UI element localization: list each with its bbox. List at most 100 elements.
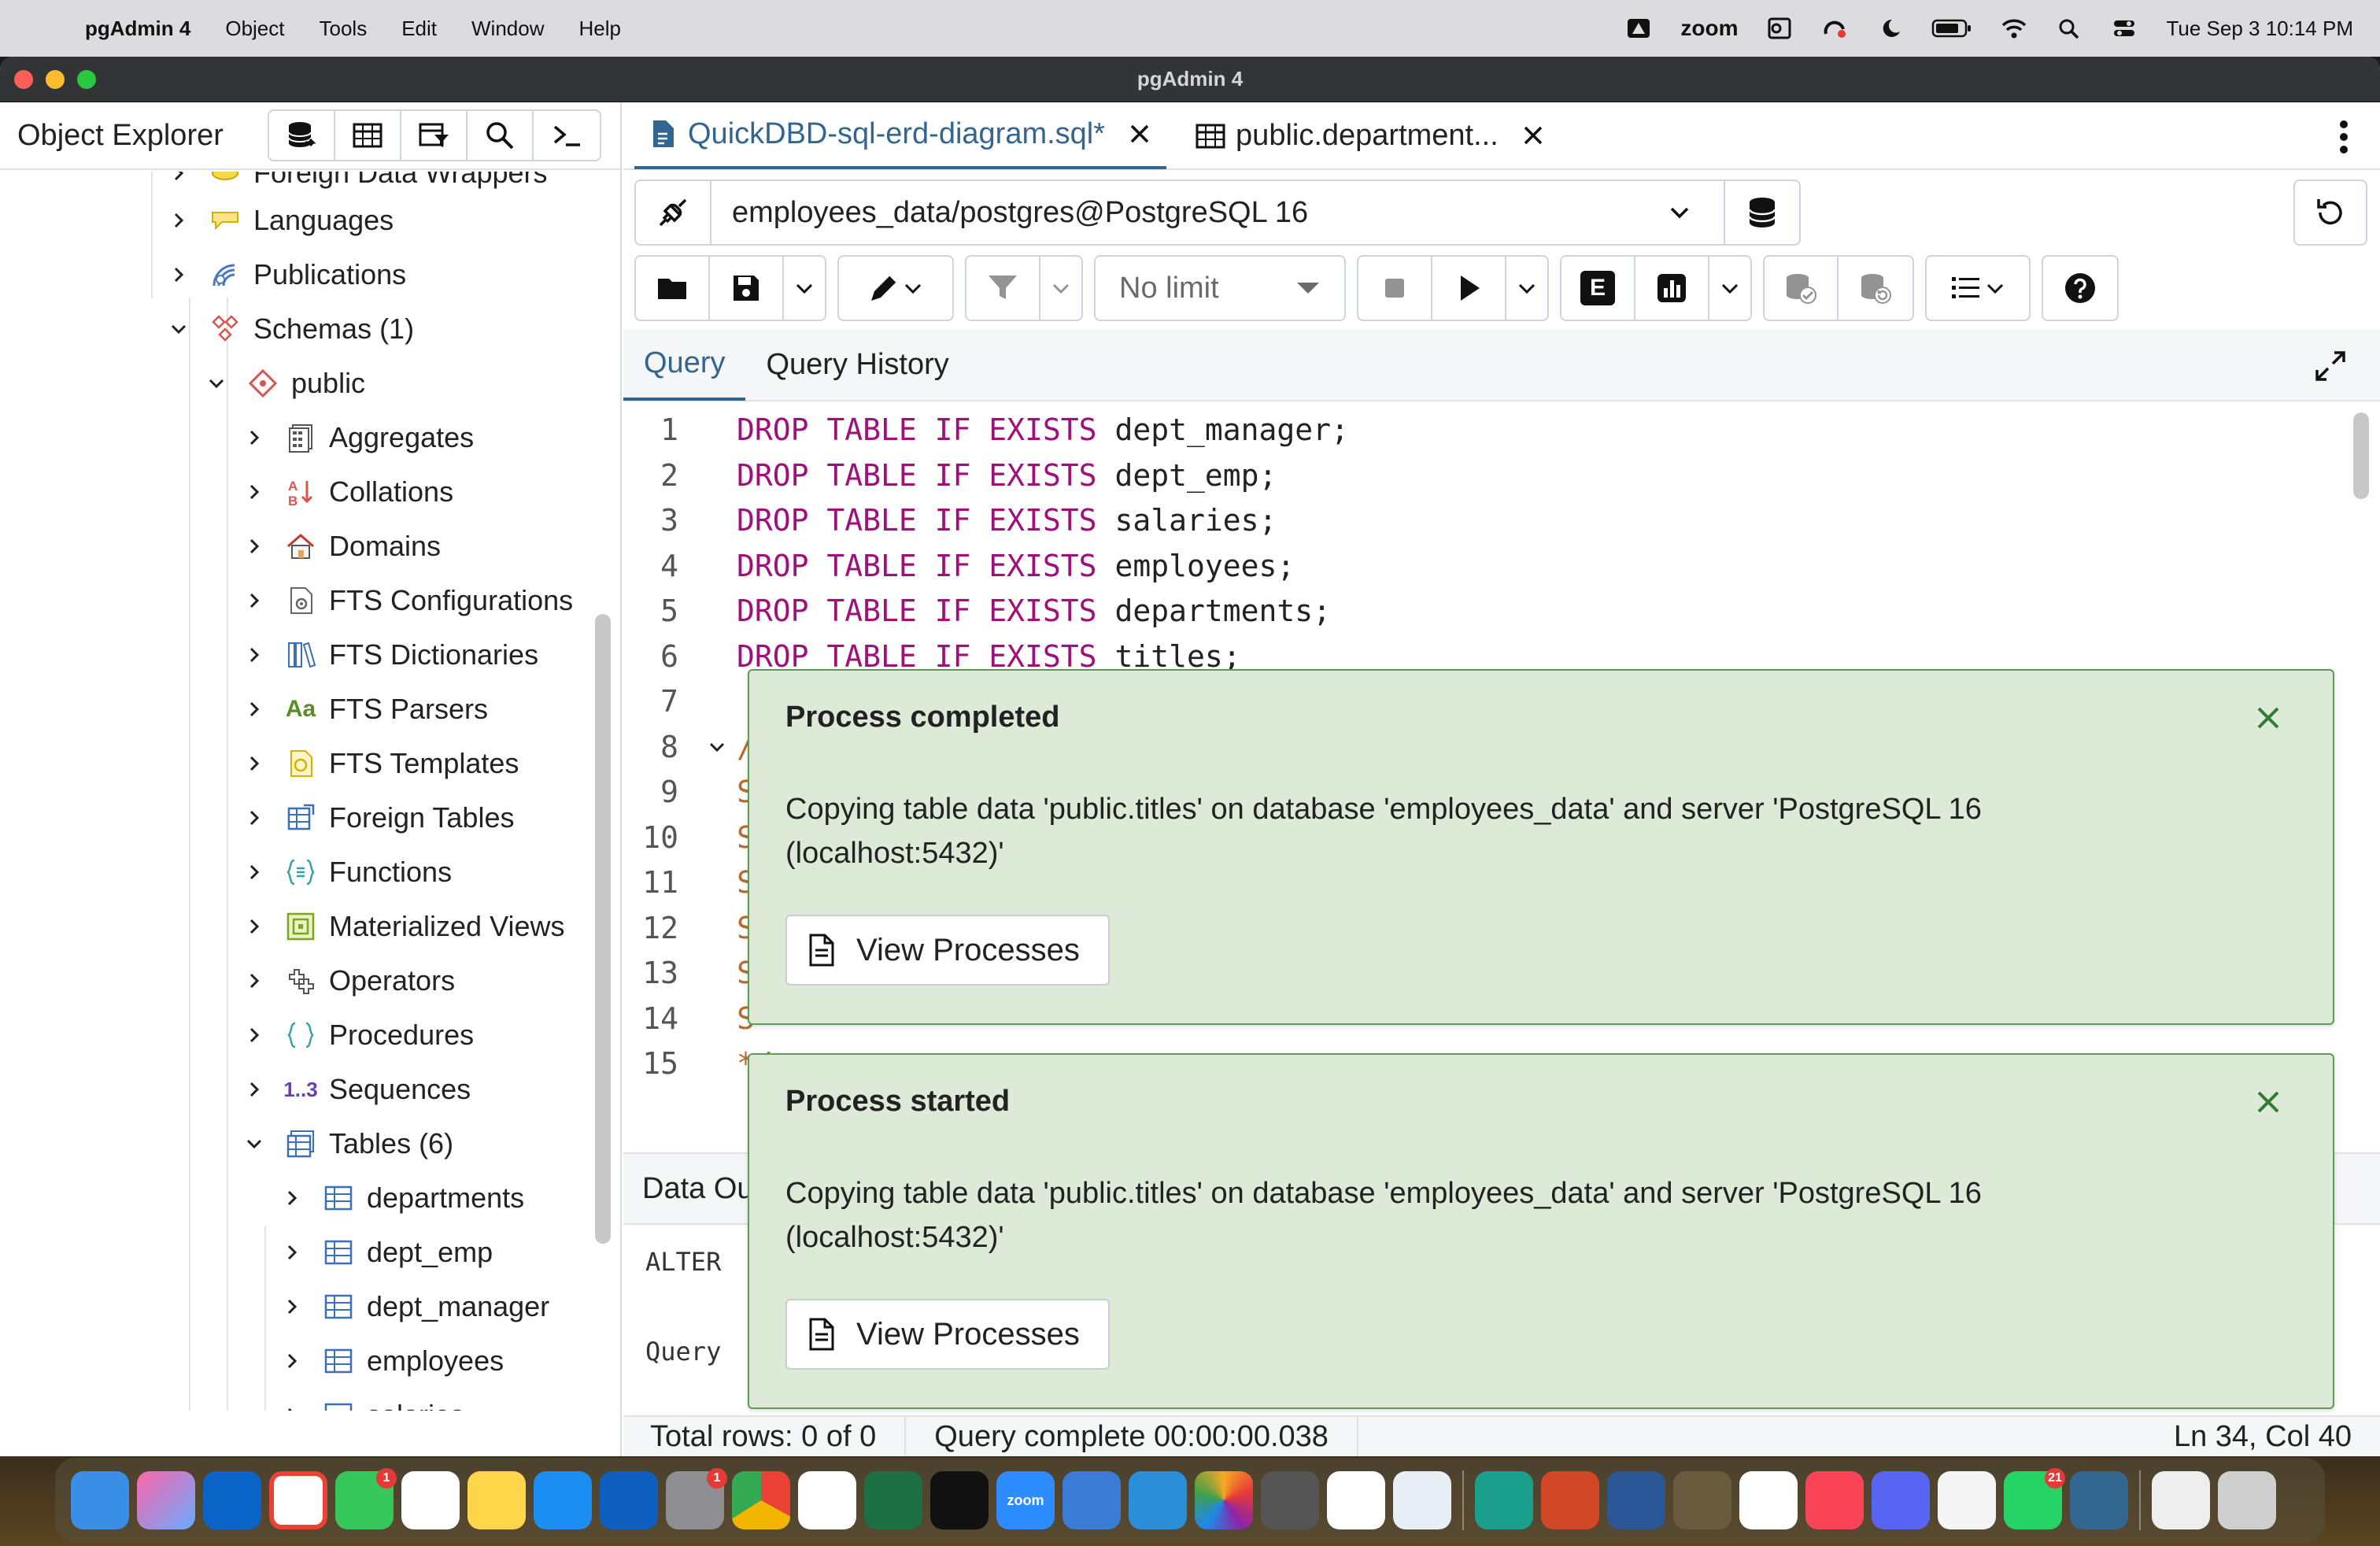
explain-analyze-button[interactable] [1635,257,1709,320]
tree-item-schemas[interactable]: Schemas (1) [167,305,414,353]
explain-options-dropdown[interactable] [1709,257,1750,320]
chevron-right-icon[interactable] [167,209,190,232]
tree-item-domains[interactable]: Domains [242,523,441,570]
tree-item-foreign-tables[interactable]: Foreign Tables [242,794,514,841]
notes-icon[interactable] [468,1471,526,1529]
close-icon[interactable] [2252,1086,2284,1118]
tree-item-table-salaries[interactable]: salaries [280,1392,464,1411]
execute-options-dropdown[interactable] [1506,257,1547,320]
tree-item-publications[interactable]: Publications [167,251,406,298]
chevron-right-icon[interactable] [280,1295,304,1319]
tree-item-fts-configurations[interactable]: FTS Configurations [242,577,573,624]
chrome-icon[interactable] [732,1471,790,1529]
tab-query[interactable]: Query [623,328,746,401]
rollback-button[interactable] [1839,257,1913,320]
battery-icon[interactable] [1931,17,1972,40]
more-options-icon[interactable] [2339,120,2349,154]
system-settings-icon[interactable]: 1 [666,1468,727,1529]
chevron-right-icon[interactable] [242,806,266,830]
search-objects-button[interactable] [468,111,534,160]
chevron-right-icon[interactable] [242,589,266,612]
view-data-button[interactable] [335,111,401,160]
editor-vertical-scrollbar[interactable] [2353,412,2369,499]
tab-query-history[interactable]: Query History [745,328,969,401]
tree-item-public[interactable]: public [205,360,365,407]
tree-item-operators[interactable]: Operators [242,957,455,1004]
wifi-icon[interactable] [2001,17,2027,40]
chevron-right-icon[interactable] [280,1349,304,1373]
documents-folder-icon[interactable] [2152,1471,2210,1529]
chevron-right-icon[interactable] [167,172,190,185]
chevron-right-icon[interactable] [242,969,266,993]
tableau-icon[interactable] [1393,1471,1451,1529]
commit-button[interactable] [1765,257,1839,320]
chevron-right-icon[interactable] [280,1241,304,1264]
chevron-right-icon[interactable] [242,752,266,775]
chevron-down-icon[interactable] [242,1132,266,1156]
view-processes-button[interactable]: View Processes [785,1299,1110,1370]
textedit-icon[interactable] [1938,1471,1996,1529]
chatgpt-icon[interactable] [1327,1471,1385,1529]
xcode-icon[interactable] [1062,1471,1121,1529]
tree-item-foreign-data-wrappers[interactable]: Foreign Data Wrappers [167,172,548,197]
psql-tool-button[interactable] [534,111,600,160]
tree-item-fts-parsers[interactable]: Aa FTS Parsers [242,686,488,733]
outlook-icon[interactable] [203,1471,261,1529]
onedrive-icon[interactable] [600,1471,658,1529]
query-tool-button[interactable] [269,111,335,160]
fold-chevron-icon[interactable] [707,737,727,757]
macros-button[interactable] [1927,257,2029,320]
close-icon[interactable] [2252,702,2284,734]
tree-item-procedures[interactable]: Procedures [242,1012,474,1059]
explain-button[interactable]: E [1561,257,1635,320]
view-processes-button[interactable]: View Processes [785,915,1110,986]
connection-selector[interactable]: employees_data/postgres@PostgreSQL 16 [634,179,1801,246]
reminders-icon[interactable] [401,1471,460,1529]
maximize-icon[interactable] [2312,348,2349,384]
finder-icon[interactable] [71,1471,129,1529]
discord-icon[interactable] [1872,1471,1930,1529]
chevron-right-icon[interactable] [242,915,266,938]
menu-object[interactable]: Object [225,17,284,41]
excel-icon[interactable] [864,1471,922,1529]
chevron-right-icon[interactable] [280,1404,304,1411]
chevron-down-icon[interactable] [205,372,228,395]
menu-window[interactable]: Window [471,17,544,41]
spotlight-search-icon[interactable] [2056,17,2082,40]
stop-query-button[interactable] [1358,257,1432,320]
pgadmin-dock-icon[interactable] [2070,1471,2128,1529]
filter-button[interactable] [966,257,1040,320]
chevron-right-icon[interactable] [167,263,190,287]
menu-app-name[interactable]: pgAdmin 4 [85,17,190,41]
chevron-right-icon[interactable] [242,643,266,667]
dark-mode-moon-icon[interactable] [1876,17,1903,40]
new-connection-button[interactable] [1724,181,1799,244]
tree-item-table-dept-emp[interactable]: dept_emp [280,1229,493,1276]
chevron-down-icon[interactable] [167,317,190,341]
help-button[interactable] [2043,257,2117,320]
open-file-button[interactable] [636,257,710,320]
trash-icon[interactable] [2218,1471,2276,1529]
menu-edit[interactable]: Edit [401,17,437,41]
powerpoint-icon[interactable] [1541,1471,1599,1529]
tree-item-table-dept-manager[interactable]: dept_manager [280,1283,549,1330]
close-tab-icon[interactable] [1125,120,1154,148]
chevron-right-icon[interactable] [280,1186,304,1210]
tree-item-table-departments[interactable]: departments [280,1174,524,1222]
tree-item-sequences[interactable]: 1..3 Sequences [242,1066,471,1113]
slack-icon[interactable] [798,1471,856,1529]
facetime-icon[interactable]: 1 [335,1468,397,1529]
filtered-rows-button[interactable] [401,111,468,160]
chevron-right-icon[interactable] [242,697,266,721]
tree-vertical-scrollbar[interactable] [595,614,611,1244]
tab-public-departments[interactable]: public.department... [1182,102,1560,169]
gmail-icon[interactable] [269,1471,327,1529]
photos-icon[interactable] [1195,1471,1253,1529]
freeform-icon[interactable] [1739,1471,1798,1529]
connection-status-icon[interactable] [636,181,711,244]
menu-tools[interactable]: Tools [320,17,368,41]
drive-status-icon[interactable] [1625,17,1652,40]
row-limit-select[interactable]: No limit [1096,257,1344,320]
calculator-icon[interactable] [1261,1471,1319,1529]
reset-layout-button[interactable] [2293,179,2367,246]
